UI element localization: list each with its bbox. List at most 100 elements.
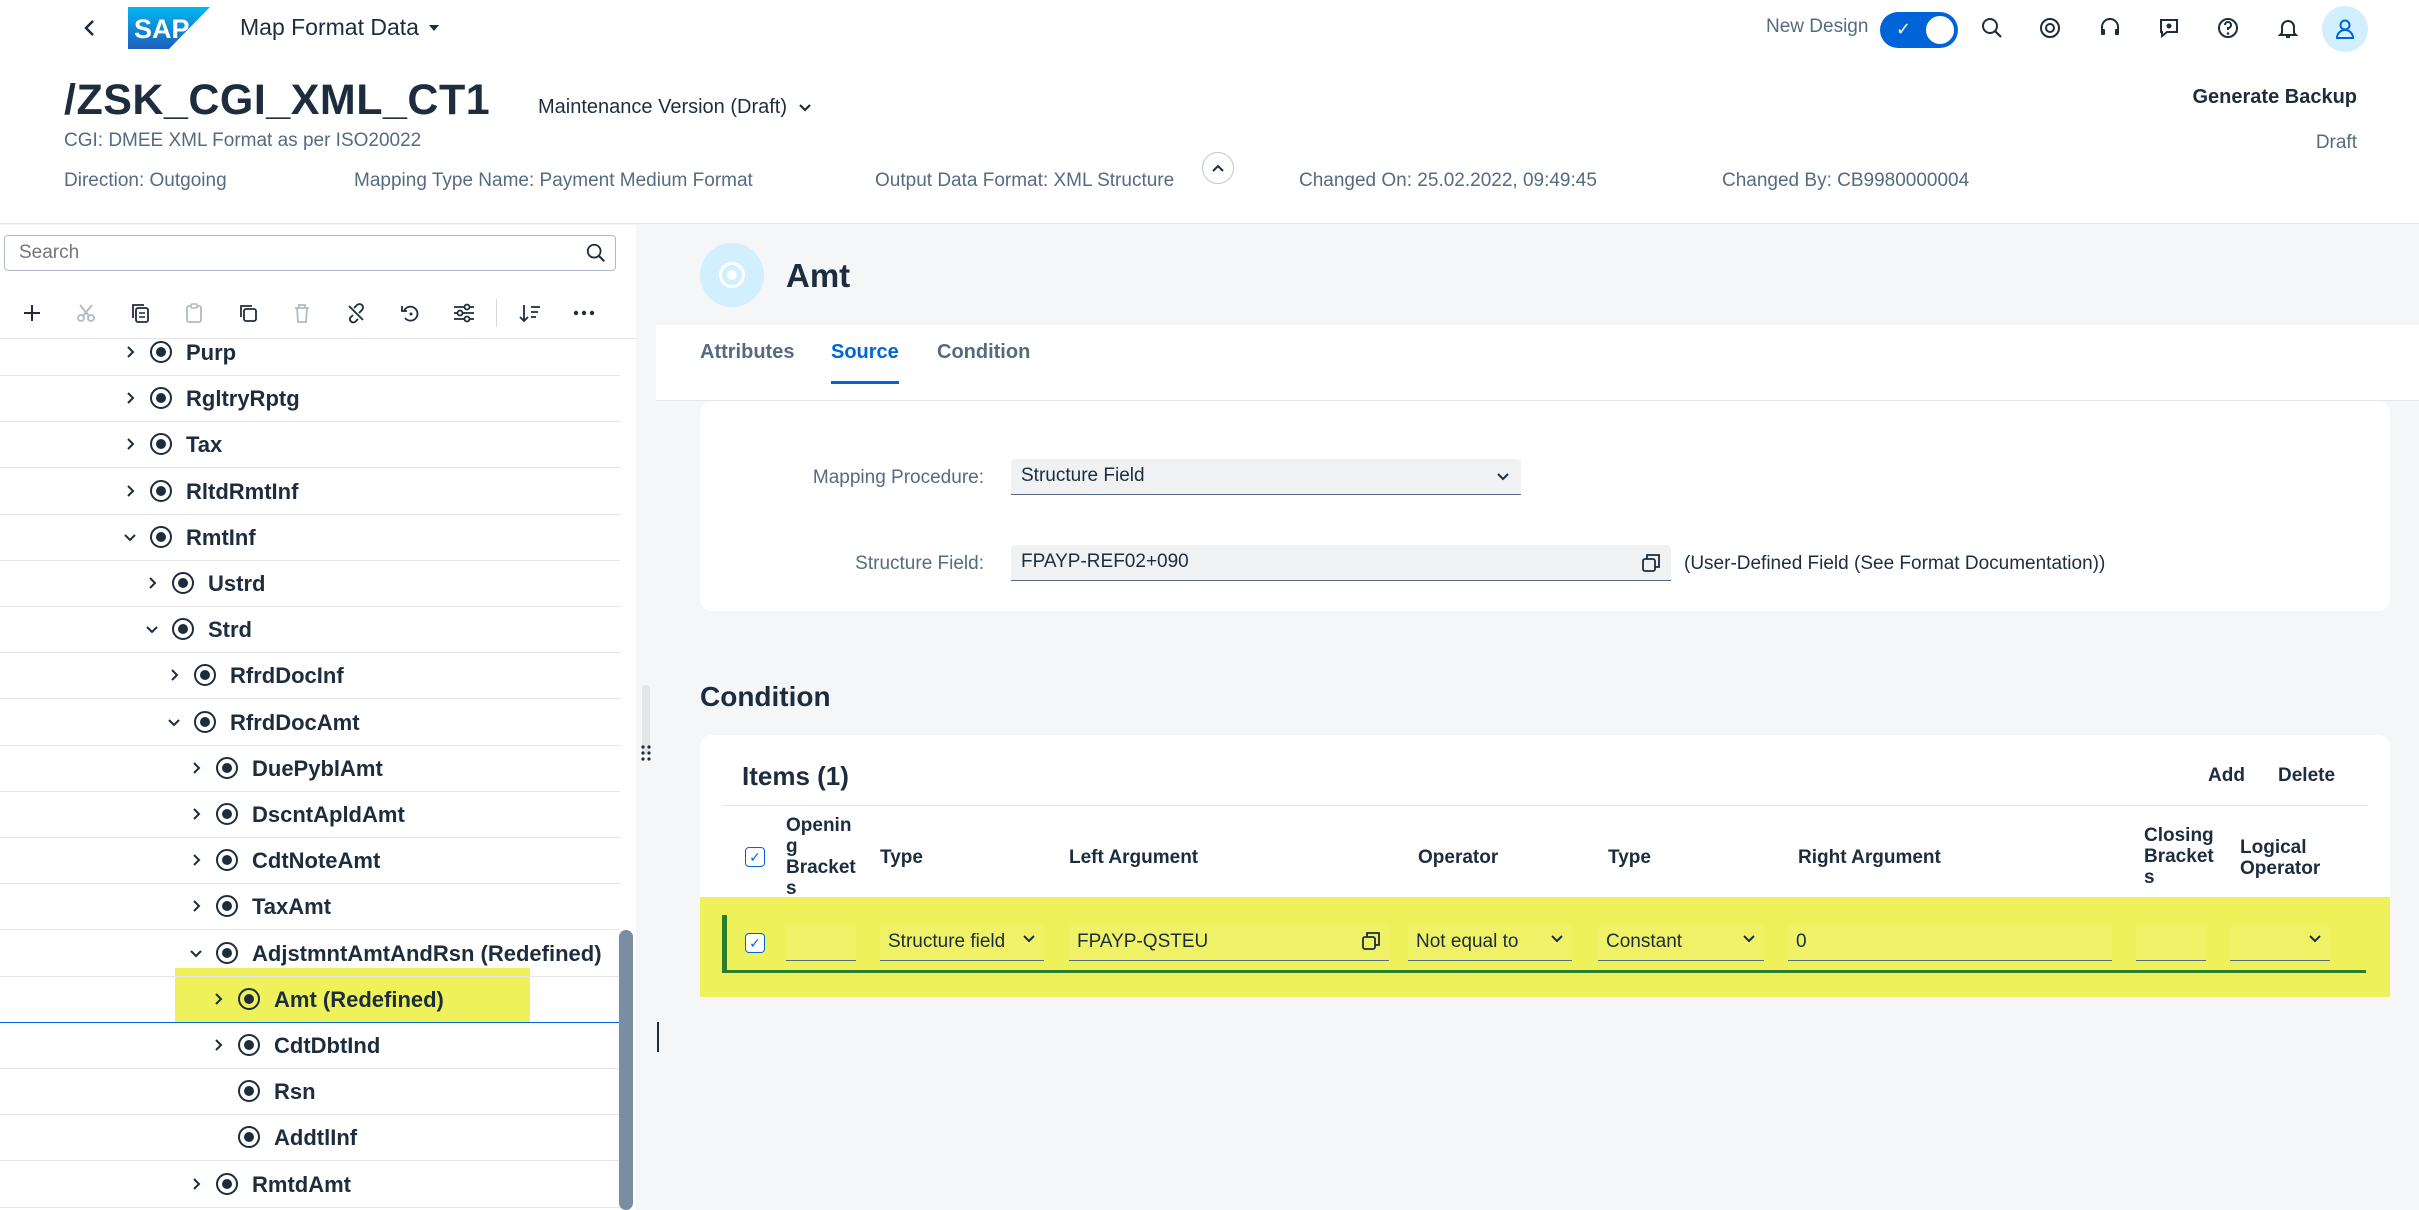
chevron-right-icon[interactable]: [166, 665, 182, 690]
col-operator: Operator: [1418, 847, 1499, 868]
feedback-icon[interactable]: [2153, 12, 2185, 44]
cut-icon[interactable]: [70, 297, 102, 329]
tree-item[interactable]: RfrdDocInf: [0, 653, 620, 700]
tree-item[interactable]: Ustrd: [0, 561, 620, 607]
chevron-right-icon[interactable]: [188, 850, 204, 875]
undo-icon[interactable]: [394, 297, 426, 329]
chevron-down-icon[interactable]: [122, 527, 138, 552]
collapse-header-button[interactable]: [1202, 152, 1234, 184]
search-icon[interactable]: [1976, 12, 2008, 44]
tree-item[interactable]: DuePyblAmt: [0, 746, 620, 792]
generate-backup-button[interactable]: Generate Backup: [2192, 86, 2357, 109]
tree-item-label: RfrdDocAmt: [230, 709, 360, 735]
value-help-icon[interactable]: [1361, 931, 1381, 956]
chevron-down-icon[interactable]: [188, 943, 204, 968]
copilot-icon[interactable]: [2034, 12, 2066, 44]
tree-scrollbar[interactable]: [619, 930, 633, 1210]
chevron-right-icon[interactable]: [210, 1035, 226, 1060]
sort-icon[interactable]: [514, 297, 546, 329]
tree-item[interactable]: Strd: [0, 607, 620, 654]
notification-icon[interactable]: [2272, 12, 2304, 44]
tree-item[interactable]: DscntApldAmt: [0, 792, 620, 838]
closing-brackets-input[interactable]: [2136, 925, 2206, 961]
app-title-menu[interactable]: Map Format Data: [240, 14, 441, 41]
chevron-right-icon[interactable]: [188, 804, 204, 829]
left-argument-input[interactable]: FPAYP-QSTEU: [1069, 925, 1389, 961]
type-select[interactable]: Structure field: [880, 925, 1044, 961]
tree-item[interactable]: TaxAmt: [0, 884, 620, 931]
structure-field-input[interactable]: FPAYP-REF02+090: [1011, 545, 1671, 581]
app-title: Map Format Data: [240, 14, 419, 40]
value-help-icon[interactable]: [1641, 553, 1661, 579]
more-icon[interactable]: [568, 297, 600, 329]
tab-source[interactable]: Source: [831, 341, 899, 384]
chevron-right-icon[interactable]: [144, 573, 160, 598]
tree-item[interactable]: CdtNoteAmt: [0, 838, 620, 885]
node-icon: [150, 341, 172, 363]
table-row[interactable]: ✓ Structure field FPAYP-QSTEU Not equal …: [700, 897, 2390, 997]
object-header: /ZSK_CGI_XML_CT1 Maintenance Version (Dr…: [0, 56, 2419, 224]
tree-item[interactable]: AddtlInf: [0, 1115, 620, 1162]
chevron-down-icon[interactable]: [166, 712, 182, 737]
tree-item[interactable]: Amt (Redefined): [0, 977, 620, 1023]
right-argument-input[interactable]: 0: [1788, 925, 2112, 961]
tab-attributes[interactable]: Attributes: [700, 341, 794, 364]
chevron-right-icon[interactable]: [188, 896, 204, 921]
chevron-right-icon[interactable]: [122, 388, 138, 413]
tree-item[interactable]: RmtInf: [0, 515, 620, 561]
tree-item[interactable]: Purp: [0, 330, 620, 376]
logical-operator-select[interactable]: [2230, 925, 2330, 961]
chevron-right-icon[interactable]: [188, 758, 204, 783]
tree-item[interactable]: RltdRmtInf: [0, 469, 620, 515]
tab-condition[interactable]: Condition: [937, 341, 1030, 364]
add-button[interactable]: Add: [2208, 765, 2245, 787]
search-field[interactable]: [4, 235, 616, 271]
select-all-checkbox[interactable]: ✓: [745, 847, 765, 867]
structure-field-description: (User-Defined Field (See Format Document…: [1684, 553, 2106, 574]
row-checkbox[interactable]: ✓: [745, 933, 765, 953]
delete-button[interactable]: Delete: [2278, 765, 2335, 787]
node-icon: [238, 1080, 260, 1103]
node-icon: [700, 243, 764, 307]
chevron-down-icon: [799, 103, 811, 112]
grip-icon[interactable]: [640, 743, 652, 773]
tree-item-label: CdtNoteAmt: [252, 848, 381, 874]
tree-item[interactable]: RfrdDocAmt: [0, 700, 620, 746]
node-icon: [238, 1126, 260, 1149]
search-input[interactable]: [19, 242, 559, 264]
chevron-down-icon[interactable]: [144, 619, 160, 644]
add-icon[interactable]: [16, 297, 48, 329]
tree-item[interactable]: AdjstmntAmtAndRsn (Redefined): [0, 931, 620, 977]
operator-select[interactable]: Not equal to: [1408, 925, 1572, 961]
type-value: Structure field: [888, 931, 1006, 952]
mapping-procedure-select[interactable]: Structure Field: [1011, 459, 1521, 495]
settings-icon[interactable]: [448, 297, 480, 329]
chevron-right-icon[interactable]: [188, 1174, 204, 1199]
back-button[interactable]: [78, 14, 102, 42]
help-icon[interactable]: [2212, 12, 2244, 44]
search-icon[interactable]: [585, 242, 607, 269]
duplicate-icon[interactable]: [232, 297, 264, 329]
panel-splitter[interactable]: [636, 225, 656, 1210]
headset-icon[interactable]: [2094, 12, 2126, 44]
chevron-right-icon[interactable]: [122, 342, 138, 367]
tree-item[interactable]: CdtDbtInd: [0, 1023, 620, 1069]
tree-item[interactable]: Rsn: [0, 1069, 620, 1116]
sap-logo[interactable]: SAP: [128, 7, 210, 49]
node-icon: [216, 756, 238, 779]
chevron-right-icon[interactable]: [210, 989, 226, 1014]
tree-item[interactable]: RgltryRptg: [0, 376, 620, 423]
chevron-right-icon[interactable]: [122, 481, 138, 506]
new-design-toggle[interactable]: ✓: [1880, 12, 1958, 48]
tree-item[interactable]: RmtdAmt: [0, 1162, 620, 1208]
opening-brackets-input[interactable]: [786, 925, 856, 961]
copy-icon[interactable]: [124, 297, 156, 329]
type-2-select[interactable]: Constant: [1598, 925, 1764, 961]
tree-item[interactable]: Tax: [0, 422, 620, 469]
unlink-icon[interactable]: [340, 297, 372, 329]
chevron-right-icon[interactable]: [122, 434, 138, 459]
delete-icon[interactable]: [286, 297, 318, 329]
version-selector[interactable]: Maintenance Version (Draft): [538, 96, 813, 119]
user-avatar[interactable]: [2322, 6, 2368, 52]
paste-icon[interactable]: [178, 297, 210, 329]
